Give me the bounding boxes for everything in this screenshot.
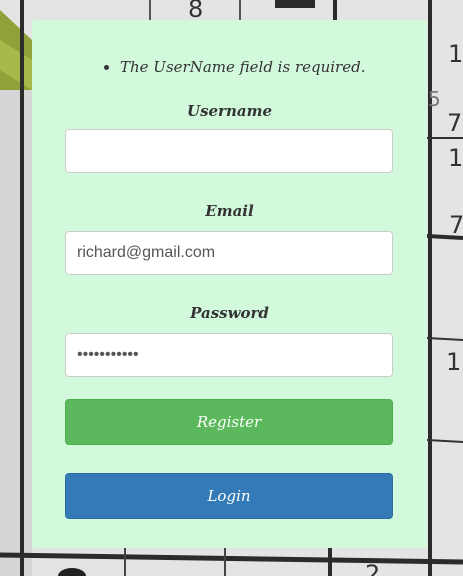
password-label: Password (190, 304, 269, 322)
email-input[interactable] (65, 231, 393, 275)
background-digit: 1 (448, 40, 463, 68)
login-button[interactable]: Login (65, 473, 393, 519)
background-digit: 7 (449, 211, 463, 239)
background-digit: 2 (365, 560, 380, 576)
background-digit: 5 (428, 87, 441, 111)
background-digit: 7 (447, 109, 462, 137)
username-input[interactable] (65, 129, 393, 173)
background-digit: 1 (446, 348, 461, 376)
validation-error: The UserName field is required. (120, 58, 365, 76)
validation-summary: The UserName field is required. (120, 58, 365, 76)
email-label: Email (205, 202, 254, 220)
background-digit: 1 (448, 144, 463, 172)
username-label: Username (186, 102, 272, 120)
register-card: The UserName field is required. Username… (32, 20, 427, 548)
register-button[interactable]: Register (65, 399, 393, 445)
password-input[interactable] (65, 333, 393, 377)
